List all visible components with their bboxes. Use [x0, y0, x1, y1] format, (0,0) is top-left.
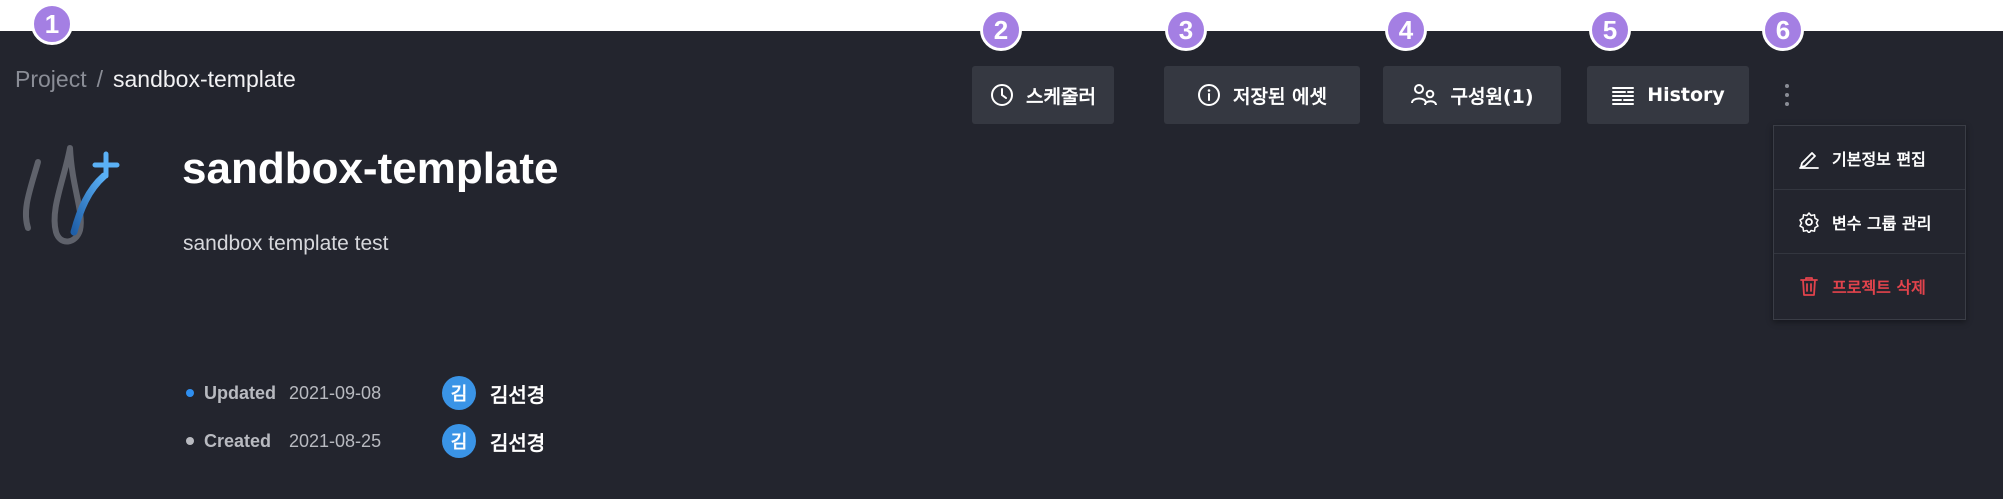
breadcrumb-project-link[interactable]: Project — [15, 66, 87, 92]
members-button[interactable]: 구성원(1) — [1383, 66, 1561, 124]
annotation-marker-5: 5 — [1589, 9, 1631, 51]
clock-icon — [991, 84, 1014, 106]
annotation-marker-2: 2 — [980, 9, 1022, 51]
updated-date: 2021-09-08 — [289, 382, 382, 403]
updated-dot — [186, 389, 194, 397]
created-dot — [186, 437, 194, 445]
created-label: Created — [204, 430, 272, 451]
trash-icon — [1800, 277, 1818, 296]
created-user: 김선경 — [490, 430, 546, 455]
menu-item-label: 기본정보 편집 — [1832, 149, 1926, 169]
menu-item-variable-groups[interactable]: 변수 그룹 관리 — [1774, 190, 1965, 254]
more-kebab-icon[interactable] — [1780, 80, 1794, 110]
saved-assets-button[interactable]: 저장된 에셋 — [1164, 66, 1360, 124]
annotation-marker-1: 1 — [31, 3, 73, 45]
avatar: 김 — [442, 424, 476, 458]
users-icon — [1411, 84, 1438, 106]
updated-user: 김선경 — [490, 382, 546, 407]
saved-assets-label: 저장된 에셋 — [1232, 85, 1327, 108]
history-button[interactable]: History — [1587, 66, 1749, 124]
updated-row: Updated 2021-09-08 김 김선경 — [186, 375, 545, 411]
breadcrumb-separator: / — [96, 66, 103, 92]
avatar: 김 — [442, 376, 476, 410]
project-title: sandbox-template — [182, 144, 559, 193]
more-menu: 기본정보 편집 변수 그룹 관리 프로젝트 삭제 — [1773, 125, 1966, 320]
annotation-marker-3: 3 — [1165, 9, 1207, 51]
members-label: 구성원(1) — [1450, 85, 1534, 108]
list-icon — [1612, 87, 1635, 105]
annotation-marker-6: 6 — [1762, 9, 1804, 51]
created-row: Created 2021-08-25 김 김선경 — [186, 423, 545, 459]
scheduler-button[interactable]: 스케줄러 — [972, 66, 1114, 124]
history-label: History — [1647, 84, 1725, 106]
project-description: sandbox template test — [183, 232, 389, 255]
droplet-plus-logo-icon — [18, 140, 128, 255]
gear-icon — [1799, 211, 1819, 233]
menu-item-label: 변수 그룹 관리 — [1832, 213, 1932, 233]
menu-item-label: 프로젝트 삭제 — [1832, 278, 1926, 297]
menu-item-edit-info[interactable]: 기본정보 편집 — [1774, 126, 1965, 190]
scheduler-label: 스케줄러 — [1026, 85, 1096, 108]
annotation-marker-4: 4 — [1385, 9, 1427, 51]
breadcrumb-current: sandbox-template — [112, 66, 296, 92]
updated-label: Updated — [204, 382, 276, 403]
breadcrumb: Project / sandbox-template — [15, 66, 296, 93]
info-icon — [1197, 84, 1220, 106]
created-date: 2021-08-25 — [289, 430, 382, 451]
pencil-icon — [1799, 151, 1819, 169]
menu-item-delete-project[interactable]: 프로젝트 삭제 — [1774, 254, 1965, 318]
